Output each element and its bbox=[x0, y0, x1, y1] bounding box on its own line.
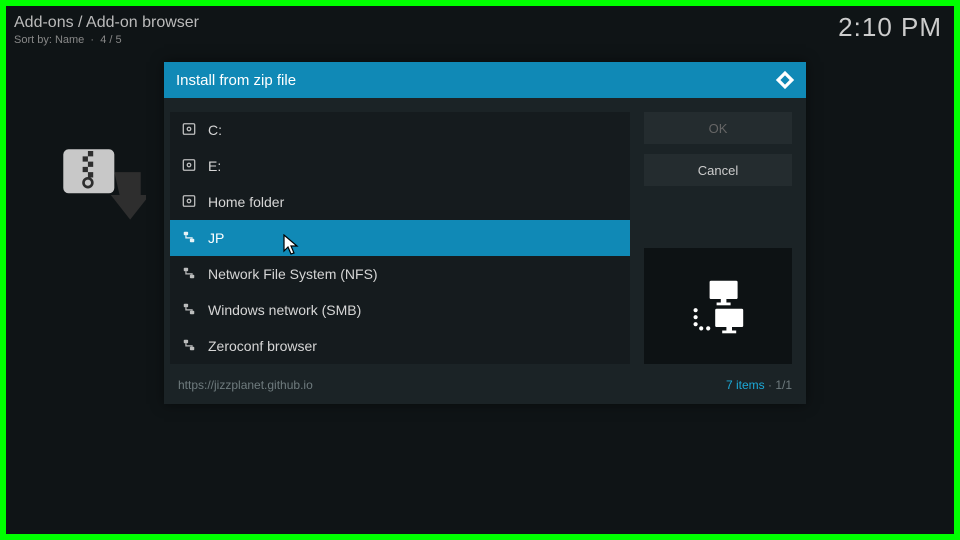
sort-sep: · bbox=[87, 34, 100, 46]
network-icon bbox=[182, 338, 196, 355]
file-item[interactable]: JP bbox=[170, 220, 630, 256]
file-item[interactable]: Windows network (SMB) bbox=[170, 292, 630, 328]
header-sub: Sort by: Name · 4 / 5 bbox=[14, 34, 199, 46]
dialog-footer: https://jizzplanet.github.io 7 items · 1… bbox=[164, 372, 806, 404]
file-item-label: E: bbox=[208, 158, 221, 174]
network-icon bbox=[182, 230, 196, 247]
disk-icon bbox=[182, 122, 196, 139]
dialog-title: Install from zip file bbox=[176, 72, 296, 89]
network-share-icon bbox=[683, 271, 753, 341]
zip-download-icon bbox=[58, 144, 146, 232]
preview-box bbox=[644, 248, 792, 364]
position-label: 4 / 5 bbox=[100, 34, 121, 46]
file-item-label: C: bbox=[208, 122, 222, 138]
header: Add-ons / Add-on browser Sort by: Name ·… bbox=[14, 14, 199, 46]
item-count: 7 items bbox=[726, 378, 765, 392]
file-item[interactable]: Network File System (NFS) bbox=[170, 256, 630, 292]
file-item-label: Windows network (SMB) bbox=[208, 302, 361, 318]
dialog-title-bar: Install from zip file bbox=[164, 62, 806, 98]
disk-icon bbox=[182, 158, 196, 175]
breadcrumb: Add-ons / Add-on browser bbox=[14, 14, 199, 32]
network-icon bbox=[182, 302, 196, 319]
page-indicator: 1/1 bbox=[775, 378, 792, 392]
footer-meta: 7 items · 1/1 bbox=[726, 378, 792, 392]
file-item[interactable]: Zeroconf browser bbox=[170, 328, 630, 364]
file-item[interactable]: Home folder bbox=[170, 184, 630, 220]
footer-url: https://jizzplanet.github.io bbox=[178, 378, 313, 392]
dialog-body: C: E: Home folder JP Network File System (NF… bbox=[164, 98, 806, 372]
disk-icon bbox=[182, 194, 196, 211]
install-from-zip-dialog: Install from zip file C: E: Home folder JP N… bbox=[164, 62, 806, 404]
file-item-label: Home folder bbox=[208, 194, 284, 210]
screen: Add-ons / Add-on browser Sort by: Name ·… bbox=[6, 6, 954, 534]
file-item-label: JP bbox=[208, 230, 224, 246]
kodi-logo-icon bbox=[774, 69, 796, 91]
file-item-label: Zeroconf browser bbox=[208, 338, 317, 354]
sort-label: Sort by: Name bbox=[14, 34, 84, 46]
file-item[interactable]: C: bbox=[170, 112, 630, 148]
ok-button[interactable]: OK bbox=[644, 112, 792, 144]
dialog-right-panel: OK Cancel bbox=[644, 112, 792, 364]
file-item-label: Network File System (NFS) bbox=[208, 266, 378, 282]
file-list[interactable]: C: E: Home folder JP Network File System (NF… bbox=[170, 112, 630, 364]
file-item[interactable]: E: bbox=[170, 148, 630, 184]
network-icon bbox=[182, 266, 196, 283]
cancel-button[interactable]: Cancel bbox=[644, 154, 792, 186]
clock: 2:10 PM bbox=[838, 12, 942, 43]
